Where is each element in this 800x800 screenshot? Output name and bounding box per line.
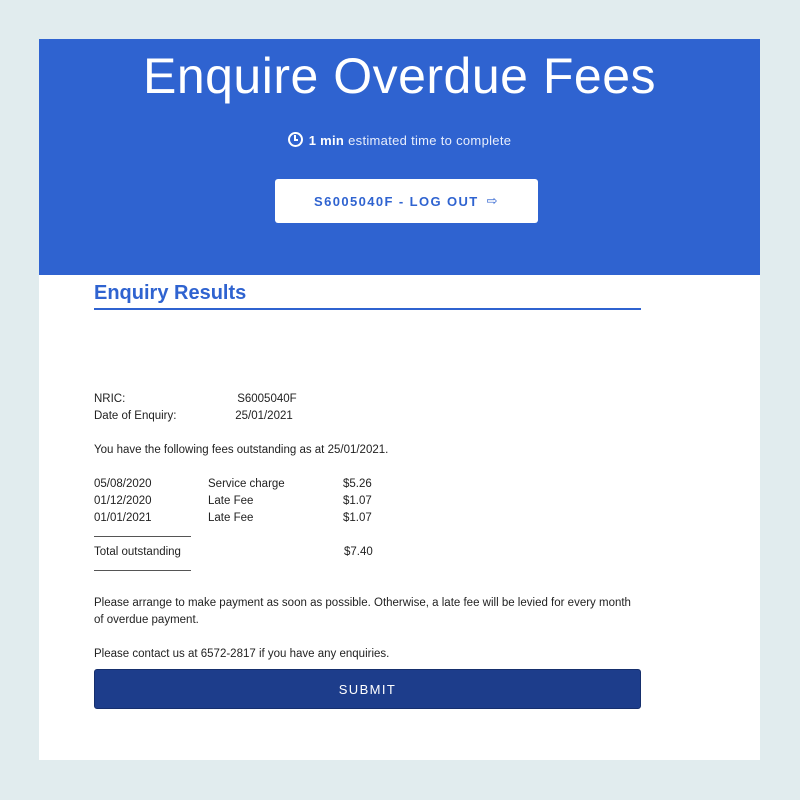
page-title: Enquire Overdue Fees [142, 48, 657, 104]
time-value: 1 min [308, 133, 345, 148]
intro-text: You have the following fees outstanding … [94, 444, 389, 456]
total-value: $7.40 [344, 546, 373, 558]
nric-label: NRIC: [94, 393, 126, 405]
exit-icon: ⇨ [486, 193, 499, 208]
fee-date: 01/12/2020 [94, 495, 152, 507]
contact-note: Please contact us at 6572-2817 if you ha… [94, 648, 390, 660]
nric-row: NRIC: S6005040F [94, 391, 297, 408]
time-suffix: estimated time to complete [348, 133, 512, 148]
logout-button[interactable]: S6005040F - LOG OUT ⇨ [275, 179, 538, 223]
logout-label: S6005040F - LOG OUT [314, 193, 479, 209]
payment-note: Please arrange to make payment as soon a… [94, 597, 631, 626]
fee-date: 01/01/2021 [94, 512, 152, 524]
section-title: Enquiry Results [94, 280, 641, 310]
fee-type: Late Fee [208, 512, 254, 524]
total-label: Total outstanding [94, 546, 181, 558]
fee-amount: $1.07 [343, 512, 372, 524]
clock-icon [287, 132, 303, 147]
enquiry-results: Enquiry Results NRIC: S6005040F Date of … [94, 280, 641, 660]
fee-date: 05/08/2020 [94, 478, 152, 490]
date-row: Date of Enquiry: 25/01/2021 [94, 408, 293, 425]
divider [94, 570, 191, 571]
nric-value: S6005040F [237, 393, 297, 405]
date-label: Date of Enquiry: [94, 410, 177, 422]
fee-amount: $1.07 [343, 495, 372, 507]
fee-amount: $5.26 [343, 478, 372, 490]
date-value: 25/01/2021 [235, 410, 293, 422]
fee-type: Service charge [208, 478, 285, 490]
fee-type: Late Fee [208, 495, 254, 507]
divider [94, 536, 191, 537]
hero-header: Enquire Overdue Fees 1 min estimated tim… [39, 39, 760, 275]
estimated-time: 1 min estimated time to complete [39, 132, 760, 150]
submit-button[interactable]: SUBMIT [94, 669, 641, 709]
